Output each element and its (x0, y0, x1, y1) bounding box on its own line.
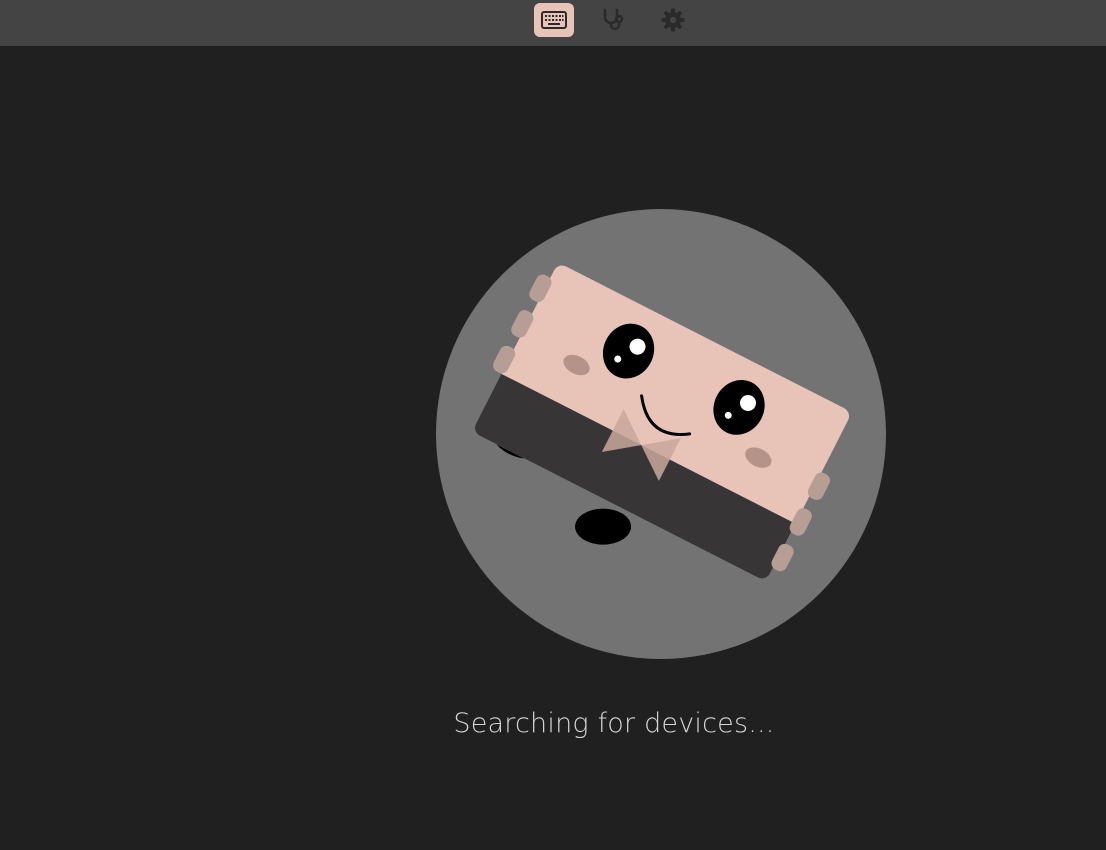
mascot-right-foot (575, 508, 632, 545)
top-navigation-bar (0, 0, 1106, 46)
device-search-loader (436, 209, 886, 659)
tab-settings[interactable] (653, 3, 693, 37)
keyboard-icon (541, 11, 567, 29)
tab-test[interactable] (593, 3, 633, 37)
gear-icon (661, 8, 685, 32)
searching-status-text: Searching for devices... (453, 708, 775, 739)
tab-configure[interactable] (534, 3, 574, 37)
stethoscope-icon (603, 8, 624, 31)
